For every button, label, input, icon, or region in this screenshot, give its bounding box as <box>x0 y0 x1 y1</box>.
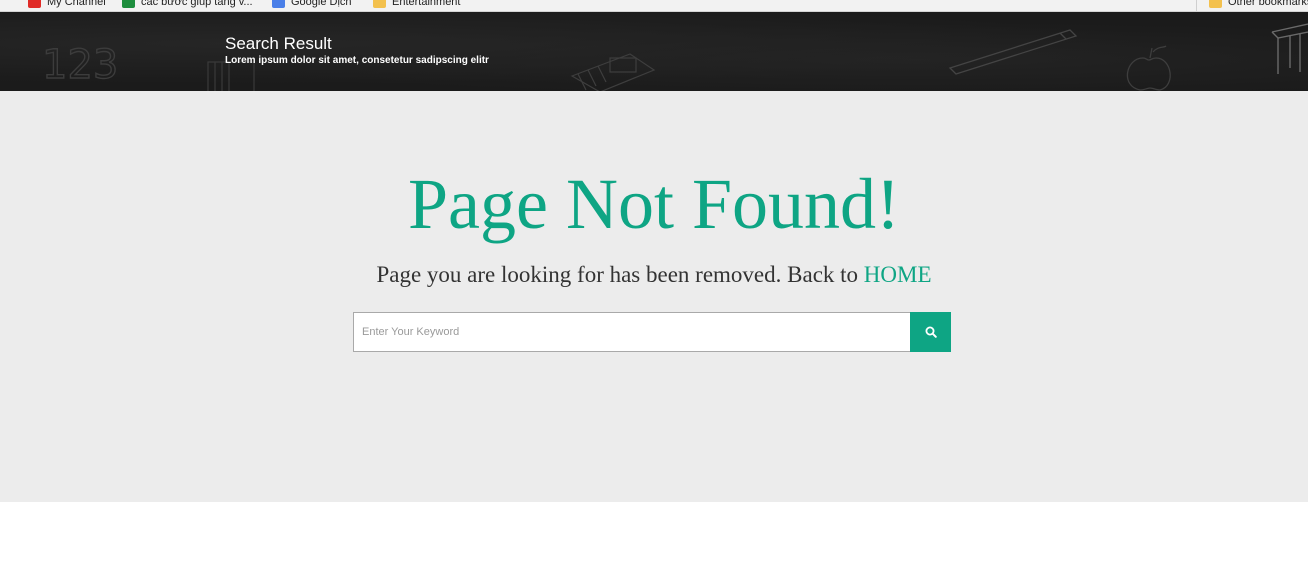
page-header: 123 Search Result Lorem ipsum dolor sit … <box>0 12 1308 91</box>
bookmark-entertainment[interactable]: Entertainment <box>373 0 460 9</box>
chalkboard-decoration: 123 <box>41 23 1308 91</box>
bookmark-other[interactable]: Other bookmarks <box>1209 0 1308 9</box>
bookmark-label: Other bookmarks <box>1228 0 1308 8</box>
chalk-desk-icon <box>1271 23 1308 74</box>
not-found-section: Page Not Found! Page you are looking for… <box>0 91 1308 502</box>
chalk-book-icon <box>207 61 255 91</box>
bookmark-google-translate[interactable]: Google Dịch <box>272 0 352 9</box>
search-input[interactable] <box>353 312 910 352</box>
header-title: Search Result <box>225 34 332 53</box>
bookmark-separator <box>1196 0 1197 11</box>
search-form <box>353 312 951 352</box>
bookmark-label: Google Dịch <box>291 0 352 8</box>
sheets-icon <box>122 0 135 8</box>
bookmarks-bar: My Channel cac bước giúp tăng v... Googl… <box>0 0 1308 12</box>
search-icon <box>925 326 937 338</box>
bookmark-my-channel[interactable]: My Channel <box>28 0 106 9</box>
folder-icon <box>373 0 386 8</box>
bookmark-label: cac bước giúp tăng v... <box>141 0 253 8</box>
not-found-message: Page you are looking for has been remove… <box>0 261 1308 289</box>
translate-icon <box>272 0 285 8</box>
not-found-heading: Page Not Found! <box>408 164 900 244</box>
not-found-message-text: Page you are looking for has been remove… <box>376 262 864 287</box>
bookmark-sheet[interactable]: cac bước giúp tăng v... <box>122 0 253 9</box>
header-subtitle: Lorem ipsum dolor sit amet, consetetur s… <box>225 55 489 66</box>
youtube-icon <box>28 0 41 8</box>
home-link[interactable]: HOME <box>864 262 932 287</box>
bookmark-label: Entertainment <box>392 0 461 8</box>
footer-area <box>0 502 1308 575</box>
folder-icon <box>1209 0 1222 8</box>
bookmark-label: My Channel <box>47 0 106 8</box>
chalk-apple-icon <box>1126 45 1171 91</box>
chalk-crayons-icon <box>570 53 656 91</box>
chalk-pencil-icon <box>948 29 1078 75</box>
search-button[interactable] <box>910 312 951 352</box>
chalk-numbers: 123 <box>42 42 118 88</box>
